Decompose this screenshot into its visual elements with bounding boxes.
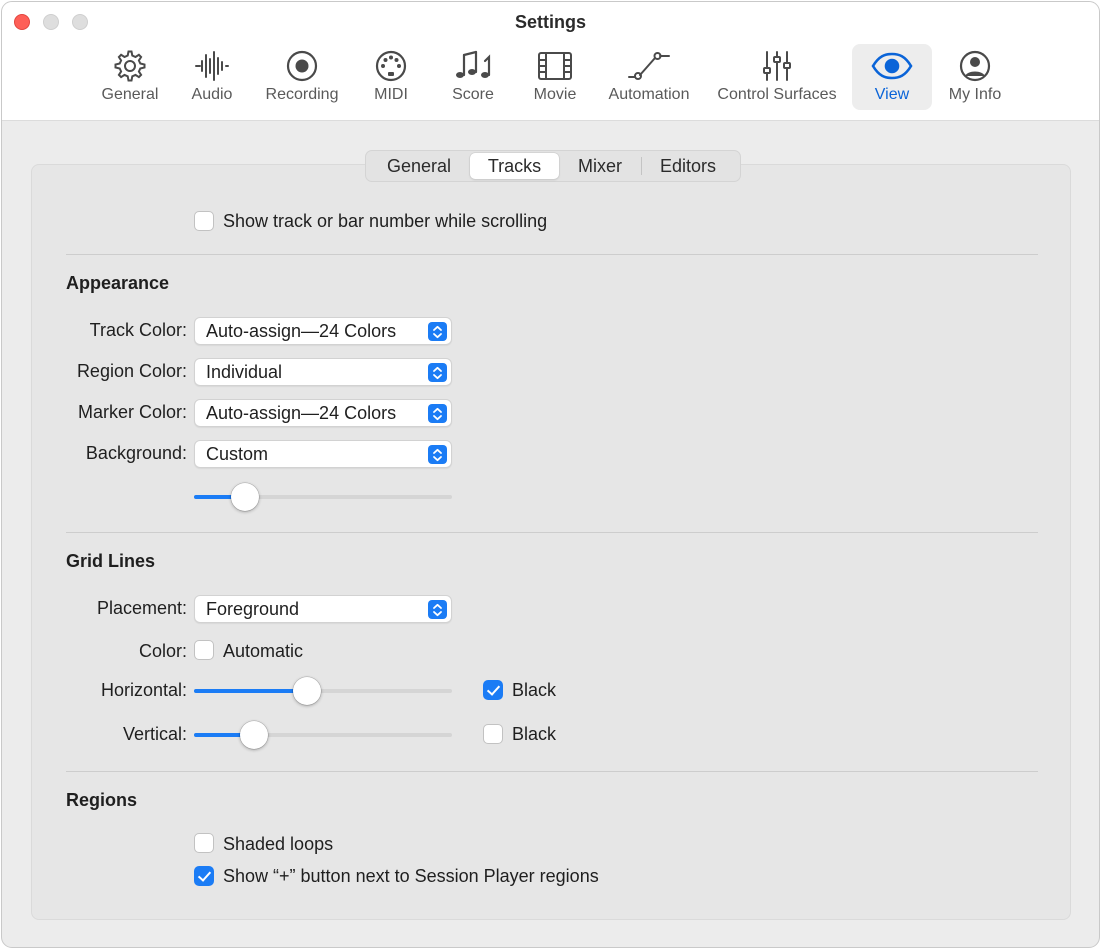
toolbar-item-score[interactable]: Score [442, 44, 504, 110]
music-notes-icon [454, 48, 492, 84]
toolbar-item-general[interactable]: General [94, 44, 166, 110]
marker-color-popup[interactable]: Auto-assign—24 Colors [194, 399, 452, 427]
marker-color-value: Auto-assign—24 Colors [206, 402, 397, 423]
midi-port-icon [374, 48, 408, 84]
record-icon [285, 48, 319, 84]
tab-tracks[interactable]: Tracks [470, 153, 559, 179]
section-divider [66, 532, 1038, 533]
region-color-label: Region Color: [76, 361, 187, 381]
show-plus-button-label: Show “+” button next to Session Player r… [223, 866, 599, 886]
toolbar-label: Recording [265, 86, 339, 103]
eye-icon [871, 48, 913, 84]
toolbar-item-view[interactable]: View [852, 44, 932, 110]
background-value: Custom [206, 443, 269, 464]
track-color-popup[interactable]: Auto-assign—24 Colors [194, 317, 452, 345]
toolbar-label: Movie [533, 86, 577, 103]
section-divider [66, 771, 1038, 772]
chevron-up-down-icon [428, 322, 447, 341]
toolbar-item-my-info[interactable]: My Info [938, 44, 1012, 110]
grid-color-automatic-label: Automatic [223, 641, 304, 661]
region-color-popup[interactable]: Individual [194, 358, 452, 386]
window-title: Settings [514, 12, 586, 32]
vertical-black-label: Black [512, 724, 557, 744]
slider-knob[interactable] [240, 721, 268, 749]
horizontal-black-label: Black [512, 680, 557, 700]
toolbar-label: MIDI [374, 86, 408, 103]
chevron-up-down-icon [428, 363, 447, 382]
toolbar-label: Audio [191, 86, 233, 103]
toolbar-item-control-surfaces[interactable]: Control Surfaces [708, 44, 846, 110]
horizontal-black-checkbox[interactable] [483, 680, 503, 700]
shaded-loops-checkbox[interactable] [194, 833, 214, 853]
placement-value: Foreground [206, 598, 300, 619]
horizontal-grid-slider[interactable] [194, 677, 452, 705]
toolbar-label: Automation [608, 86, 690, 103]
toolbar-item-automation[interactable]: Automation [602, 44, 696, 110]
placement-label: Placement: [96, 598, 187, 618]
toolbar-item-midi[interactable]: MIDI [362, 44, 420, 110]
show-track-number-label: Show track or bar number while scrolling [223, 211, 548, 231]
vertical-label: Vertical: [122, 724, 187, 744]
background-popup[interactable]: Custom [194, 440, 452, 468]
waveform-icon [194, 48, 230, 84]
grid-lines-heading: Grid Lines [66, 551, 156, 571]
show-track-number-checkbox[interactable] [194, 211, 214, 231]
tab-mixer[interactable]: Mixer [559, 153, 641, 179]
toolbar: Settings General Audio Recording MIDI Sc… [2, 2, 1099, 121]
chevron-up-down-icon [428, 445, 447, 464]
background-label: Background: [85, 443, 187, 463]
vertical-grid-slider[interactable] [194, 721, 452, 749]
toolbar-item-recording[interactable]: Recording [258, 44, 346, 110]
track-color-label: Track Color: [89, 320, 187, 340]
track-color-value: Auto-assign—24 Colors [206, 320, 397, 341]
region-color-value: Individual [206, 361, 283, 382]
slider-fill [194, 689, 307, 693]
slider-knob[interactable] [230, 483, 259, 511]
toolbar-label: Score [452, 86, 494, 103]
gear-icon [113, 48, 147, 84]
toolbar-label: My Info [948, 86, 1002, 103]
film-icon [537, 48, 573, 84]
chevron-up-down-icon [428, 404, 447, 423]
toolbar-label: General [101, 86, 159, 103]
slider-knob[interactable] [292, 677, 321, 705]
toolbar-label: Control Surfaces [717, 86, 837, 103]
vertical-black-checkbox[interactable] [483, 724, 503, 744]
placement-popup[interactable]: Foreground [194, 595, 452, 623]
tracks-settings-panel [31, 164, 1071, 920]
tab-editors[interactable]: Editors [642, 153, 734, 179]
toolbar-label: View [874, 86, 910, 103]
view-tabs: General Tracks Mixer Editors [365, 150, 741, 182]
person-icon [958, 48, 992, 84]
faders-icon [761, 48, 793, 84]
chevron-up-down-icon [428, 600, 447, 619]
grid-color-label: Color: [138, 641, 187, 661]
show-plus-button-checkbox[interactable] [194, 866, 214, 886]
marker-color-label: Marker Color: [77, 402, 187, 422]
regions-heading: Regions [66, 790, 138, 810]
settings-window: Settings General Audio Recording MIDI Sc… [1, 1, 1100, 948]
toolbar-item-audio[interactable]: Audio [182, 44, 242, 110]
shaded-loops-label: Shaded loops [223, 834, 334, 854]
tab-general[interactable]: General [368, 153, 470, 179]
horizontal-label: Horizontal: [100, 680, 187, 700]
grid-color-automatic-checkbox[interactable] [194, 640, 214, 660]
toolbar-item-movie[interactable]: Movie [524, 44, 586, 110]
section-divider [66, 254, 1038, 255]
background-brightness-slider[interactable] [194, 483, 452, 511]
automation-curve-icon [627, 48, 671, 84]
appearance-heading: Appearance [66, 273, 170, 293]
